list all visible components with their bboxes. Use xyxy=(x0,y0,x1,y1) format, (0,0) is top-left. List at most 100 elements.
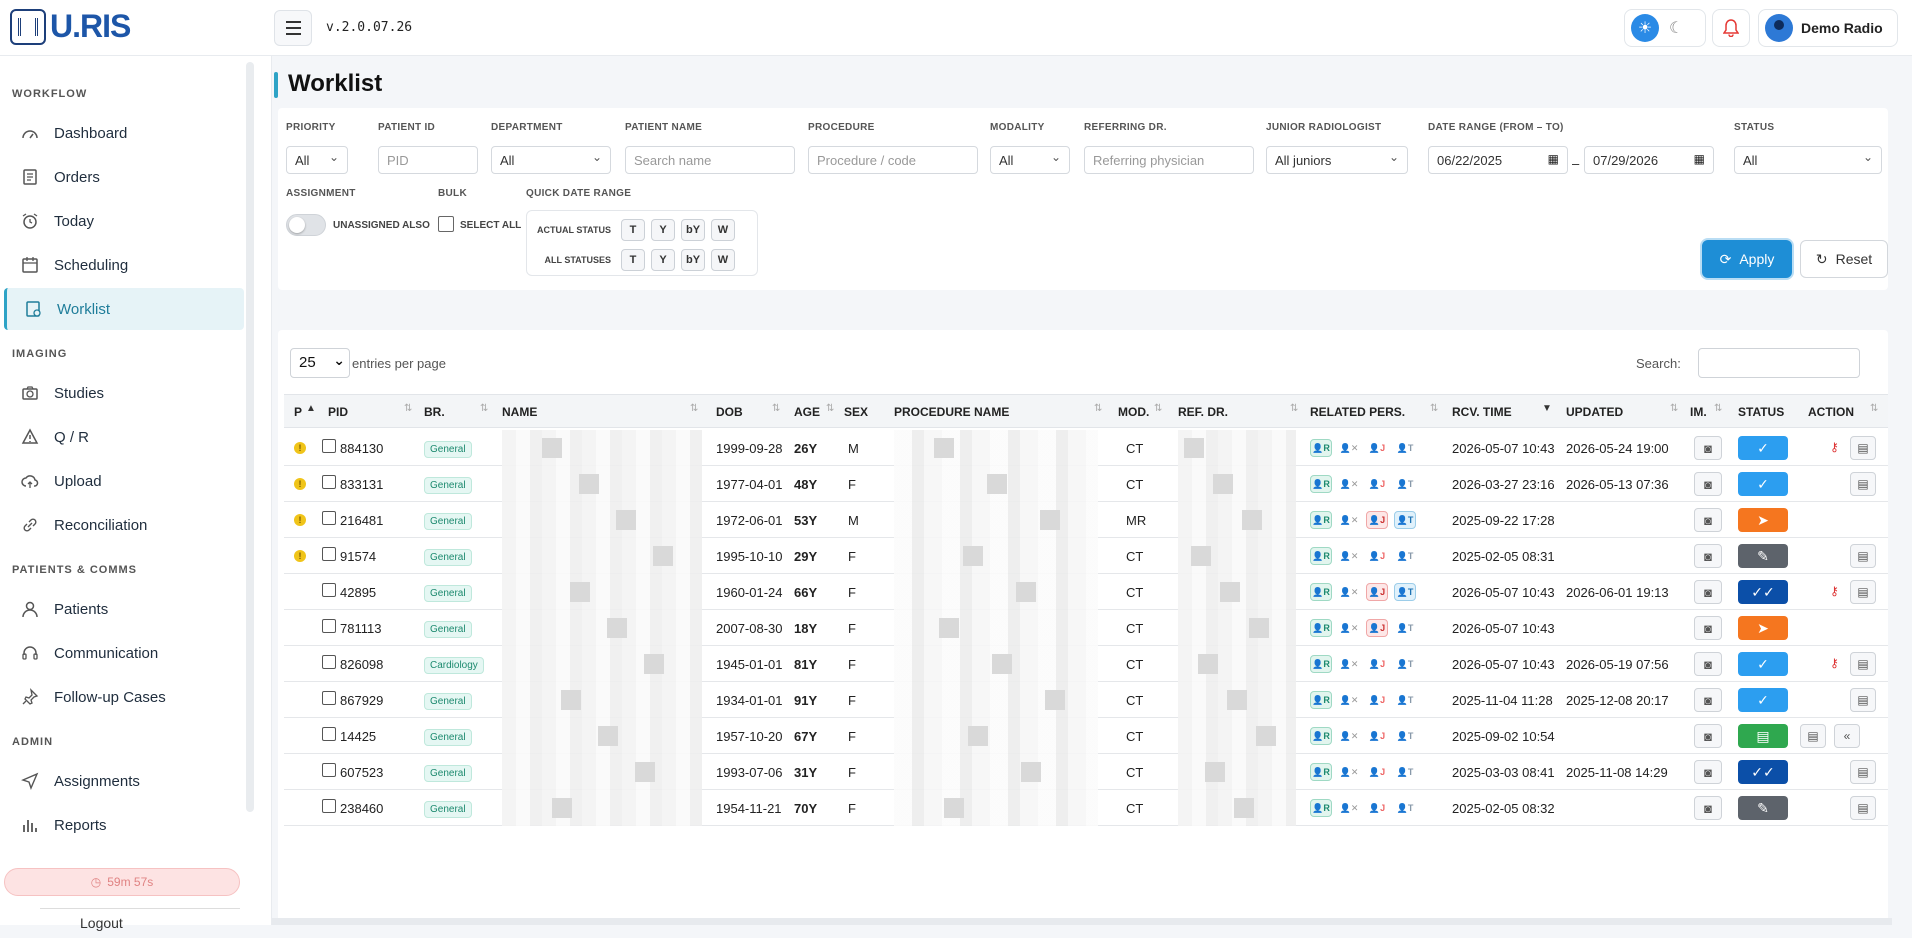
row-checkbox[interactable] xyxy=(322,583,336,597)
unassigned-icon[interactable]: 👤✕ xyxy=(1338,691,1360,709)
unassigned-icon[interactable]: 👤✕ xyxy=(1338,727,1360,745)
row-checkbox[interactable] xyxy=(322,511,336,525)
quick-before-yesterday-button[interactable]: bY xyxy=(681,249,705,271)
sidebar-item-upload[interactable]: Upload xyxy=(4,460,244,502)
unassigned-icon[interactable]: 👤✕ xyxy=(1338,619,1360,637)
junior-icon[interactable]: 👤J xyxy=(1366,583,1388,601)
junior-icon[interactable]: 👤J xyxy=(1366,439,1388,457)
quick-week-button[interactable]: W xyxy=(711,219,735,241)
report-doc-icon[interactable]: ▤ xyxy=(1850,652,1876,676)
camera-icon[interactable]: ◙ xyxy=(1694,616,1722,640)
sidebar-item-worklist[interactable]: Worklist xyxy=(4,288,244,330)
report-doc-icon[interactable]: ▤ xyxy=(1850,760,1876,784)
unassigned-icon[interactable]: 👤✕ xyxy=(1338,799,1360,817)
status-check-button[interactable]: ✓ xyxy=(1738,652,1788,676)
technician-icon[interactable]: 👤T xyxy=(1394,691,1416,709)
sidebar-scrollbar[interactable] xyxy=(246,62,254,812)
camera-icon[interactable]: ◙ xyxy=(1694,544,1722,568)
junior-icon[interactable]: 👤J xyxy=(1366,727,1388,745)
col-pid[interactable]: PID xyxy=(328,405,348,419)
unassigned-icon[interactable]: 👤✕ xyxy=(1338,763,1360,781)
junior-icon[interactable]: 👤J xyxy=(1366,655,1388,673)
table-row[interactable]: 607523 General 1993-07-06 31Y F CT 👤R 👤✕ 👤J 👤T 202… xyxy=(284,754,1888,790)
procedure-input[interactable]: Procedure / code xyxy=(808,146,978,174)
row-checkbox[interactable] xyxy=(322,727,336,741)
sidebar-item-communication[interactable]: Communication xyxy=(4,632,244,674)
horizontal-scrollbar[interactable] xyxy=(272,918,1892,925)
camera-icon[interactable]: ◙ xyxy=(1694,508,1722,532)
technician-icon[interactable]: 👤T xyxy=(1394,799,1416,817)
sidebar-item-orders[interactable]: Orders xyxy=(4,156,244,198)
radiologist-icon[interactable]: 👤R xyxy=(1310,619,1332,637)
table-row[interactable]: ! 884130 General 1999-09-28 26Y M CT 👤R 👤✕ 👤J 👤T 20… xyxy=(284,430,1888,466)
user-menu-button[interactable]: Demo Radio xyxy=(1758,9,1898,47)
report-doc-icon[interactable]: ▤ xyxy=(1850,544,1876,568)
modality-select[interactable]: All xyxy=(990,146,1070,174)
unassigned-icon[interactable]: 👤✕ xyxy=(1338,439,1360,457)
radiologist-icon[interactable]: 👤R xyxy=(1310,655,1332,673)
key-icon[interactable]: ⚷ xyxy=(1830,584,1839,598)
row-checkbox[interactable] xyxy=(322,619,336,633)
status-check-button[interactable]: ✓ xyxy=(1738,472,1788,496)
technician-icon[interactable]: 👤T xyxy=(1394,763,1416,781)
report-doc-icon[interactable]: ▤ xyxy=(1850,688,1876,712)
radiologist-icon[interactable]: 👤R xyxy=(1310,763,1332,781)
double-chevron-left-icon[interactable]: « xyxy=(1834,724,1860,748)
sidebar-item-reconciliation[interactable]: Reconciliation xyxy=(4,504,244,546)
technician-icon[interactable]: 👤T xyxy=(1394,655,1416,673)
status-send-button[interactable]: ➤ xyxy=(1738,616,1788,640)
search-input[interactable] xyxy=(1698,348,1860,378)
unassigned-toggle[interactable] xyxy=(286,214,326,236)
junior-icon[interactable]: 👤J xyxy=(1366,511,1388,529)
entries-per-page-select[interactable]: 25 xyxy=(290,348,350,378)
row-checkbox[interactable] xyxy=(322,655,336,669)
junior-icon[interactable]: 👤J xyxy=(1366,547,1388,565)
col-status[interactable]: STATUS xyxy=(1738,405,1784,419)
row-checkbox[interactable] xyxy=(322,547,336,561)
select-all-checkbox[interactable] xyxy=(438,216,454,232)
quick-yesterday-button[interactable]: Y xyxy=(651,249,675,271)
report-doc-icon[interactable]: ▤ xyxy=(1850,796,1876,820)
patient-id-input[interactable]: PID xyxy=(378,146,478,174)
report-doc-icon[interactable]: ▤ xyxy=(1800,724,1826,748)
technician-icon[interactable]: 👤T xyxy=(1394,727,1416,745)
col-image[interactable]: IM. xyxy=(1690,405,1707,419)
status-dcheck-button[interactable]: ✓✓ xyxy=(1738,760,1788,784)
report-doc-icon[interactable]: ▤ xyxy=(1850,472,1876,496)
unassigned-icon[interactable]: 👤✕ xyxy=(1338,547,1360,565)
camera-icon[interactable]: ◙ xyxy=(1694,436,1722,460)
moon-icon[interactable]: ☾ xyxy=(1669,18,1683,38)
radiologist-icon[interactable]: 👤R xyxy=(1310,439,1332,457)
referring-input[interactable]: Referring physician xyxy=(1084,146,1254,174)
table-row[interactable]: ! 91574 General 1995-10-10 29Y F CT 👤R 👤✕ 👤J 👤T 202… xyxy=(284,538,1888,574)
camera-icon[interactable]: ◙ xyxy=(1694,724,1722,748)
table-row[interactable]: 14425 General 1957-10-20 67Y F CT 👤R 👤✕ 👤J 👤T 2025… xyxy=(284,718,1888,754)
sidebar-item-assignments[interactable]: Assignments xyxy=(4,760,244,802)
unassigned-icon[interactable]: 👤✕ xyxy=(1338,511,1360,529)
table-row[interactable]: 867929 General 1934-01-01 91Y F CT 👤R 👤✕ 👤J 👤T 202… xyxy=(284,682,1888,718)
unassigned-icon[interactable]: 👤✕ xyxy=(1338,583,1360,601)
status-edit-button[interactable]: ✎ xyxy=(1738,544,1788,568)
junior-select[interactable]: All juniors xyxy=(1266,146,1408,174)
col-branch[interactable]: BR. xyxy=(424,405,445,419)
technician-icon[interactable]: 👤T xyxy=(1394,475,1416,493)
status-check-button[interactable]: ✓ xyxy=(1738,688,1788,712)
status-edit-button[interactable]: ✎ xyxy=(1738,796,1788,820)
status-dcheck-button[interactable]: ✓✓ xyxy=(1738,580,1788,604)
col-procedure[interactable]: PROCEDURE NAME xyxy=(894,405,1009,419)
technician-icon[interactable]: 👤T xyxy=(1394,511,1416,529)
quick-yesterday-button[interactable]: Y xyxy=(651,219,675,241)
camera-icon[interactable]: ◙ xyxy=(1694,472,1722,496)
sidebar-item-today[interactable]: Today xyxy=(4,200,244,242)
col-rcv-time[interactable]: RCV. TIME xyxy=(1452,405,1512,419)
junior-icon[interactable]: 👤J xyxy=(1366,691,1388,709)
col-updated[interactable]: UPDATED xyxy=(1566,405,1623,419)
sun-icon[interactable]: ☀ xyxy=(1631,14,1659,42)
table-row[interactable]: 781113 General 2007-08-30 18Y F CT 👤R 👤✕ 👤J 👤T 202… xyxy=(284,610,1888,646)
table-row[interactable]: ! 833131 General 1977-04-01 48Y F CT 👤R 👤✕ 👤J 👤T 20… xyxy=(284,466,1888,502)
logout-button[interactable]: Logout xyxy=(40,908,240,938)
quick-today-button[interactable]: T xyxy=(621,249,645,271)
radiologist-icon[interactable]: 👤R xyxy=(1310,547,1332,565)
quick-before-yesterday-button[interactable]: bY xyxy=(681,219,705,241)
key-icon[interactable]: ⚷ xyxy=(1830,440,1839,454)
